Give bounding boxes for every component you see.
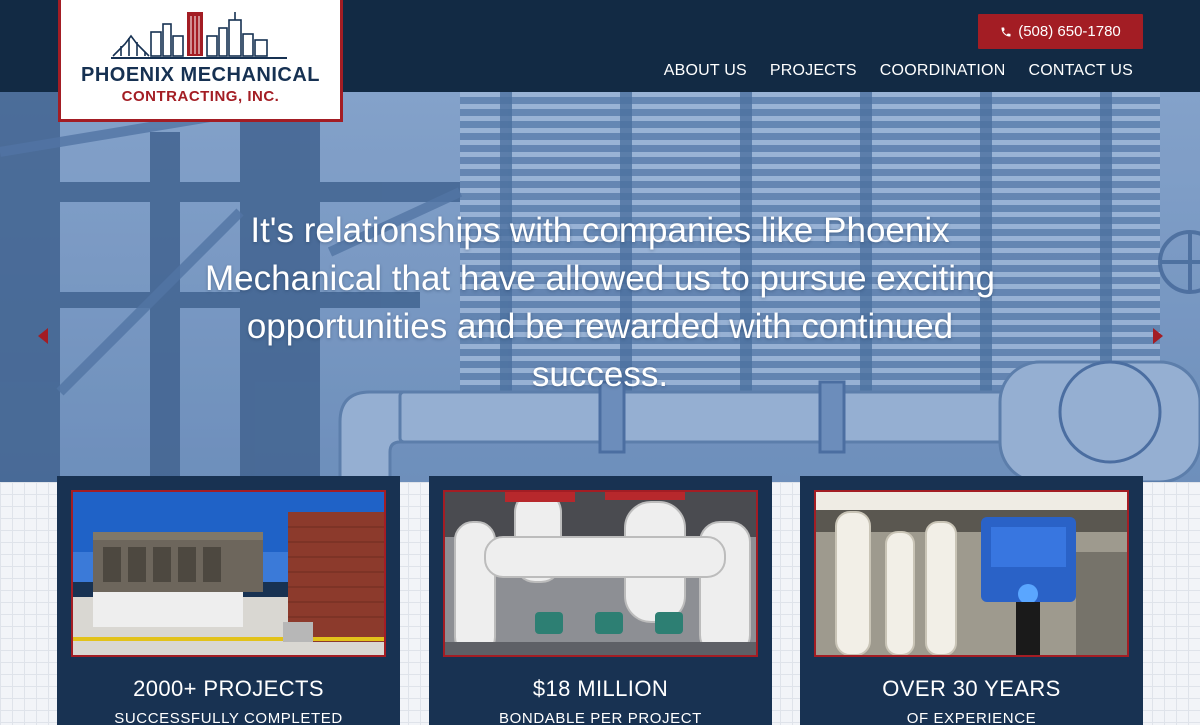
hero-slider: It's relationships with companies like P…	[0, 92, 1200, 482]
card-subtitle: OF EXPERIENCE	[906, 710, 1037, 725]
main-navigation: ABOUT US PROJECTS COORDINATION CONTACT U…	[664, 62, 1133, 80]
card-title: 2000+ PROJECTS	[133, 676, 324, 701]
chevron-right-icon[interactable]	[1153, 328, 1163, 344]
phone-icon	[1001, 27, 1011, 36]
stat-card-projects[interactable]: 2000+ PROJECTS SUCCESSFULLY COMPLETED	[57, 476, 400, 725]
stat-card-bonding[interactable]: $18 MILLION BONDABLE PER PROJECT	[429, 476, 772, 725]
hero-testimonial-quote: It's relationships with companies like P…	[200, 207, 1000, 399]
card-title: OVER 30 YEARS	[882, 676, 1061, 701]
card-image-mechanical-room	[443, 490, 758, 657]
card-image-laser-scanner	[814, 490, 1129, 657]
nav-about-us[interactable]: ABOUT US	[664, 62, 747, 80]
card-title: $18 MILLION	[532, 676, 669, 701]
company-logo[interactable]: PHOENIX MECHANICAL CONTRACTING, INC.	[58, 0, 343, 122]
logo-company-name: PHOENIX MECHANICAL	[80, 64, 320, 86]
card-subtitle: SUCCESSFULLY COMPLETED	[114, 710, 343, 725]
nav-coordination[interactable]: COORDINATION	[880, 62, 1006, 80]
logo-company-subtitle: CONTRACTING, INC.	[121, 88, 280, 105]
phone-button[interactable]: (508) 650-1780	[978, 14, 1143, 49]
phone-number: (508) 650-1780	[1018, 23, 1121, 40]
chevron-left-icon[interactable]	[38, 328, 48, 344]
card-image-rooftop-unit	[71, 490, 386, 657]
nav-projects[interactable]: PROJECTS	[770, 62, 857, 80]
card-subtitle: BONDABLE PER PROJECT	[499, 710, 702, 725]
quote-text-start: It's relationships with companies like	[250, 211, 824, 250]
stat-card-experience[interactable]: OVER 30 YEARS OF EXPERIENCE	[800, 476, 1143, 725]
nav-contact-us[interactable]: CONTACT US	[1028, 62, 1133, 80]
skyline-logo-graphic	[111, 12, 287, 59]
